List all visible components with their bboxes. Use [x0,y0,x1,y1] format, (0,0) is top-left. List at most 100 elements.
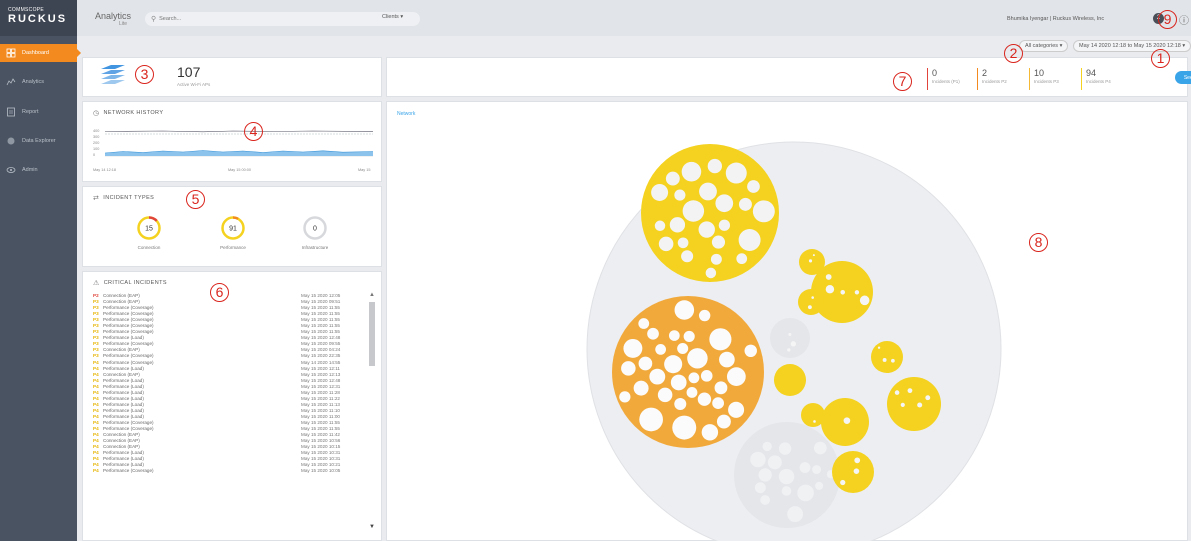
ap-circle[interactable] [813,420,816,423]
incident-type-infrastructure[interactable]: 0 Infrastructure [285,215,345,250]
zone-circle[interactable] [871,341,903,373]
scroll-down-icon[interactable]: ▼ [369,524,375,530]
ap-circle[interactable] [621,361,636,376]
sidebar-item-dashboard[interactable]: Dashboard [0,44,81,62]
ap-circle[interactable] [719,351,735,368]
help-icon[interactable]: ⓘ [1179,12,1189,27]
ap-circle[interactable] [778,468,795,485]
ap-circle[interactable] [711,235,726,249]
ap-circle[interactable] [712,397,724,410]
ap-circle[interactable] [681,250,694,263]
search-box[interactable]: ⚲ [145,12,420,26]
ap-circle[interactable] [682,200,705,222]
ap-circle[interactable] [698,221,715,238]
ap-circle[interactable] [894,390,900,395]
network-history-chart[interactable]: 400 300 200 100 0 May 14 12:18 May 15 00… [83,120,383,180]
clients-dropdown[interactable]: Clients ▾ [382,14,403,20]
ap-circle[interactable] [760,495,770,505]
ap-circle[interactable] [854,457,861,464]
ap-circle[interactable] [815,481,824,490]
ap-circle[interactable] [877,346,881,349]
zone-circle[interactable] [887,377,941,431]
table-row[interactable]: P4 Performance (Coverage) May 15 2020 10:0… [93,468,359,474]
ap-circle[interactable] [714,381,728,395]
ap-circle[interactable] [725,162,747,184]
zone-circle[interactable] [770,318,810,358]
ap-circle[interactable] [925,395,931,401]
ap-circle[interactable] [738,197,752,211]
ap-circle[interactable] [707,158,722,174]
incident-summary-p4[interactable]: 94 Incidents P4 [1081,68,1111,90]
zone-circle[interactable] [798,289,824,315]
ap-circle[interactable] [738,229,761,251]
ap-circle[interactable] [853,468,860,474]
date-range-picker[interactable]: May 14 2020 12:18 to May 15 2020 12:18 ▾ [1073,40,1191,52]
incident-type-performance[interactable]: 91 Performance [203,215,263,250]
zone-circle[interactable] [799,249,825,275]
ap-circle[interactable] [716,414,731,429]
ap-circle[interactable] [665,171,680,186]
ap-circle[interactable] [812,465,822,475]
ap-circle[interactable] [668,330,680,341]
ap-circle[interactable] [699,182,717,201]
ap-circle[interactable] [825,274,832,280]
ap-circle[interactable] [710,253,722,265]
ap-circle[interactable] [674,398,687,411]
ruckus-logo[interactable]: COMMSCOPE RUCKUS [0,0,77,36]
ap-circle[interactable] [787,506,804,523]
ap-circle[interactable] [686,387,698,398]
ap-circle[interactable] [701,424,719,441]
ap-circle[interactable] [655,344,667,355]
scroll-up-icon[interactable]: ▲ [369,292,375,298]
ap-circle[interactable] [811,296,814,299]
network-circle-pack[interactable] [387,102,1189,541]
ap-circle[interactable] [638,356,653,371]
ap-circle[interactable] [657,387,673,403]
ap-circle[interactable] [859,295,870,306]
ap-circle[interactable] [709,328,732,351]
ap-circle[interactable] [900,402,905,407]
ap-circle[interactable] [677,342,689,355]
ap-circle[interactable] [698,309,711,322]
ap-circle[interactable] [781,486,792,496]
ap-circle[interactable] [638,318,650,329]
zone-circle[interactable] [832,451,874,493]
zone-circle[interactable] [774,364,806,396]
ap-circle[interactable] [651,183,669,201]
ap-circle[interactable] [674,189,686,201]
ap-circle[interactable] [647,327,659,340]
ap-circle[interactable] [797,484,814,502]
ap-circle[interactable] [752,200,775,223]
ap-circle[interactable] [854,290,860,295]
ap-circle[interactable] [812,254,815,257]
ap-circle[interactable] [762,441,772,452]
ap-circle[interactable] [736,253,748,265]
ap-circle[interactable] [705,267,717,279]
user-info[interactable]: Bhumika Iyengar | Ruckus Wireless, Inc [1007,16,1104,22]
ap-circle[interactable] [718,219,731,231]
ap-circle[interactable] [799,462,811,473]
ap-circle[interactable] [825,284,835,294]
ap-circle[interactable] [728,401,745,418]
sidebar-item-report[interactable]: Report [0,103,77,121]
incident-summary-p2[interactable]: 2 Incidents P2 [977,68,1007,90]
ap-circle[interactable] [683,330,695,342]
ap-circle[interactable] [807,305,812,310]
scrollbar[interactable]: ▲ ▼ [369,292,375,532]
ap-circle[interactable] [639,407,663,432]
scroll-thumb[interactable] [369,302,375,366]
incident-type-connection[interactable]: 15 Connection [119,215,179,250]
search-input[interactable] [159,16,370,22]
ap-circle[interactable] [754,482,766,494]
ap-circle[interactable] [715,194,734,213]
ap-circle[interactable] [726,367,746,387]
ap-circle[interactable] [674,300,695,320]
ap-circle[interactable] [790,341,797,347]
ap-circle[interactable] [672,415,697,440]
ap-circle[interactable] [891,358,895,363]
categories-dropdown[interactable]: All categories ▾ [1019,40,1069,52]
ap-circle[interactable] [658,236,674,252]
ap-circle[interactable] [654,220,666,232]
ap-circle[interactable] [882,357,887,362]
ap-circle[interactable] [840,479,846,486]
